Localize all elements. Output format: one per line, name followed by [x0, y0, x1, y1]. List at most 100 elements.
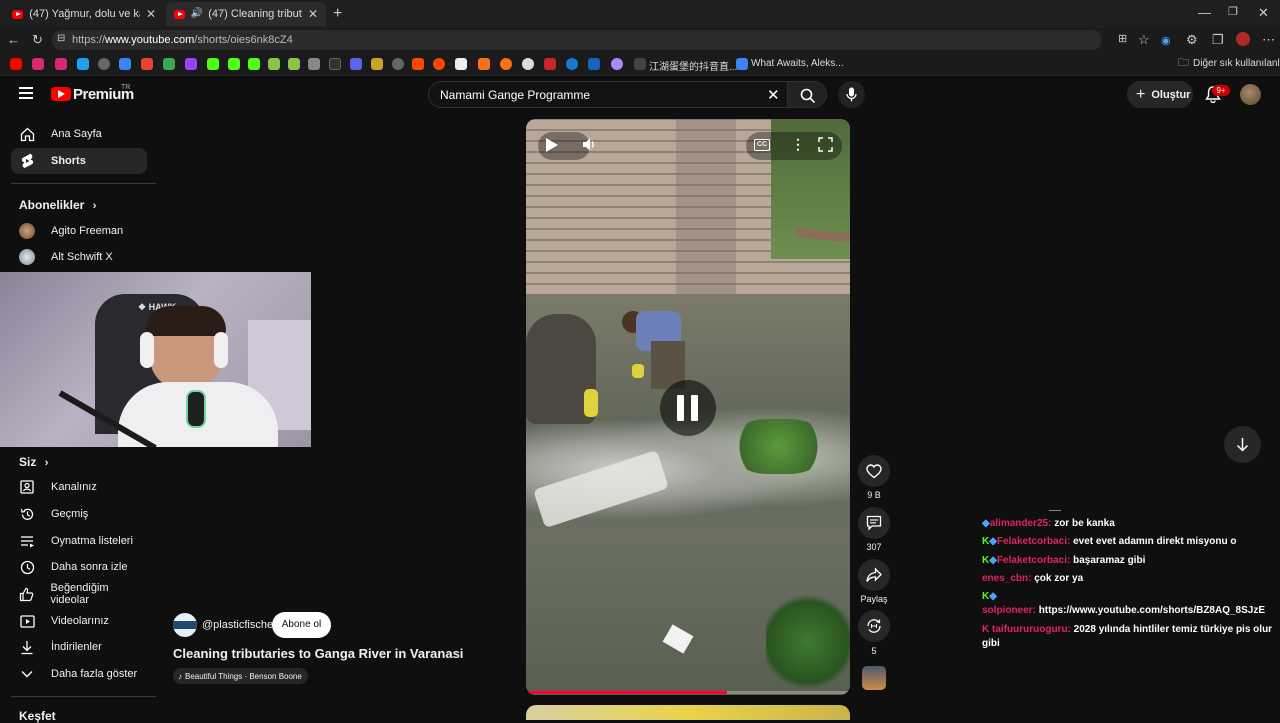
sidebar-item-home[interactable]: Ana Sayfa	[11, 121, 147, 147]
close-tab-icon[interactable]: ✕	[146, 7, 156, 21]
like-button[interactable]	[858, 455, 890, 487]
browser-tab[interactable]: (47) Yağmur, dolu ve kar... 2 odalı ... …	[4, 2, 164, 26]
channel-handle[interactable]: @plasticfischer	[202, 619, 277, 631]
url-field[interactable]: ⊟ https://www.youtube.com/shorts/oies6nk…	[52, 30, 1102, 50]
other-bookmarks[interactable]: Diğer sık kullanılanlar	[1193, 58, 1280, 69]
read-aloud-icon[interactable]: ◉	[1161, 34, 1171, 47]
sidebar-item-channel[interactable]: Kanalınız	[11, 474, 147, 500]
sidebar-item-show-more[interactable]: Daha fazla göster	[11, 661, 147, 687]
bookmark-kick-icon[interactable]	[228, 58, 240, 70]
bookmark-app-icon[interactable]	[611, 58, 623, 70]
pause-button[interactable]	[660, 380, 716, 436]
worker-glove	[632, 364, 644, 378]
bookmark-twitch-icon[interactable]	[185, 58, 197, 70]
hamburger-menu-icon[interactable]	[19, 87, 33, 99]
minimize-icon[interactable]: —	[1198, 6, 1211, 19]
subscription-item[interactable]: Alt Schwift X	[11, 244, 147, 270]
more-menu-icon[interactable]: ⋯	[1262, 33, 1275, 46]
extensions-icon[interactable]: ⚙	[1186, 33, 1198, 46]
collections-icon[interactable]: ❒	[1212, 33, 1224, 46]
bookmark-telegram-icon[interactable]	[77, 58, 89, 70]
bookmark-app-icon[interactable]	[736, 58, 748, 70]
fullscreen-icon[interactable]	[818, 137, 833, 157]
sound-thumbnail[interactable]	[862, 666, 886, 690]
music-chip[interactable]: ♪ Beautiful Things · Benson Boone	[173, 668, 308, 684]
create-button[interactable]: + Oluştur	[1127, 81, 1193, 108]
sidebar-item-liked-videos[interactable]: Beğendiğim videolar	[11, 581, 147, 607]
bookmark-app-icon[interactable]	[288, 58, 300, 70]
bookmark-tiktok-icon[interactable]	[634, 58, 646, 70]
bookmark-label[interactable]: What Awaits, Aleks...	[751, 58, 844, 69]
bookmark-label[interactable]: 江湖蛋堡的抖音直...	[649, 58, 737, 73]
favorite-star-icon[interactable]: ☆	[1138, 33, 1150, 46]
close-tab-icon[interactable]: ✕	[308, 7, 318, 21]
restore-icon[interactable]: ❐	[1228, 7, 1238, 18]
bookmark-app-icon[interactable]	[478, 58, 490, 70]
browser-tab-active[interactable]: 🔊 (47) Cleaning tributaries to Ganga Riv…	[166, 2, 326, 26]
bookmark-app-icon[interactable]	[566, 58, 578, 70]
back-icon[interactable]: ←	[7, 33, 20, 46]
bookmark-kick-icon[interactable]	[207, 58, 219, 70]
chat-message: K◆Felaketcorbaci: evet evet adamın direk…	[982, 536, 1236, 547]
you-heading[interactable]: Siz ›	[19, 455, 48, 469]
short-video-player[interactable]: CC ⋮	[526, 119, 850, 695]
speaker-icon[interactable]: 🔊	[191, 9, 203, 19]
voice-search-button[interactable]	[838, 81, 865, 108]
more-options-icon[interactable]: ⋮	[791, 136, 805, 153]
sidebar-item-downloads[interactable]: İndirilenler	[11, 634, 147, 660]
sidebar-item-playlists[interactable]: Oynatma listeleri	[11, 528, 147, 554]
bookmark-windows-icon[interactable]	[119, 58, 131, 70]
bookmark-app-icon[interactable]	[588, 58, 600, 70]
sidebar-item-your-videos[interactable]: Videolarınız	[11, 608, 147, 634]
bookmark-gmail-icon[interactable]	[141, 58, 153, 70]
next-short-button[interactable]	[1224, 426, 1261, 463]
bookmark-app-icon[interactable]	[544, 58, 556, 70]
share-button[interactable]	[858, 559, 890, 591]
next-short-preview[interactable]	[526, 705, 850, 720]
explore-heading: Keşfet	[19, 709, 56, 723]
profile-icon[interactable]	[1236, 32, 1250, 46]
reload-icon[interactable]: ↻	[32, 33, 43, 46]
sidebar-item-shorts[interactable]: Shorts	[11, 148, 147, 174]
bookmark-kick-icon[interactable]	[248, 58, 260, 70]
clear-search-icon[interactable]: ✕	[767, 86, 780, 104]
subscriptions-heading[interactable]: Abonelikler ›	[19, 198, 96, 212]
bookmark-anchor-icon[interactable]	[308, 58, 320, 70]
bookmark-app-icon[interactable]	[268, 58, 280, 70]
search-input[interactable]: Namami Gange Programme ✕	[428, 81, 788, 108]
bookmark-app-icon[interactable]	[522, 58, 534, 70]
channel-avatar[interactable]	[173, 613, 197, 637]
bookmark-app-icon[interactable]	[412, 58, 424, 70]
sidebar-item-watch-later[interactable]: Daha sonra izle	[11, 554, 147, 580]
bookmark-globe-icon[interactable]	[98, 58, 110, 70]
app-icon[interactable]: ⊞	[1118, 34, 1127, 45]
progress-track[interactable]	[526, 691, 850, 694]
bookmark-app-icon[interactable]	[500, 58, 512, 70]
new-tab-icon[interactable]: +	[333, 6, 342, 22]
subscription-item[interactable]: Agito Freeman	[11, 218, 147, 244]
bookmark-app-icon[interactable]	[455, 58, 467, 70]
captions-icon[interactable]: CC	[754, 139, 770, 151]
bookmark-reddit-icon[interactable]	[433, 58, 445, 70]
sidebar-item-history[interactable]: Geçmiş	[11, 501, 147, 527]
channel-avatar	[19, 223, 35, 239]
bookmark-app-icon[interactable]	[350, 58, 362, 70]
subscribe-button[interactable]: Abone ol	[272, 612, 331, 638]
youtube-logo-icon[interactable]	[51, 87, 71, 101]
account-avatar[interactable]	[1240, 84, 1261, 105]
bookmark-app-icon[interactable]	[371, 58, 383, 70]
remix-button[interactable]	[858, 610, 890, 642]
water-plants	[766, 589, 850, 695]
bookmark-instagram-icon[interactable]	[55, 58, 67, 70]
bookmark-drive-icon[interactable]	[163, 58, 175, 70]
volume-icon[interactable]	[582, 137, 597, 157]
bookmark-app-icon[interactable]	[392, 58, 404, 70]
comments-button[interactable]	[858, 507, 890, 539]
search-button[interactable]	[787, 81, 827, 108]
site-info-icon[interactable]: ⊟	[57, 34, 65, 44]
play-icon[interactable]	[546, 138, 558, 152]
close-window-icon[interactable]: ✕	[1258, 6, 1269, 19]
bookmark-youtube-icon[interactable]	[10, 58, 22, 70]
bookmark-x-icon[interactable]	[329, 58, 341, 70]
bookmark-instagram-icon[interactable]	[32, 58, 44, 70]
